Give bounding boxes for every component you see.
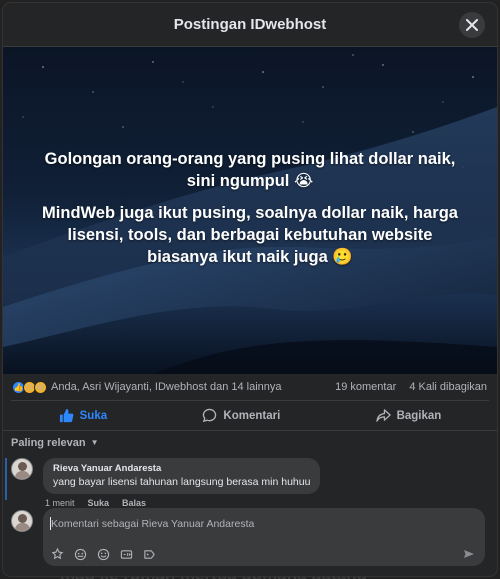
haha-icon: 😆: [34, 380, 47, 394]
avatar[interactable]: [11, 458, 33, 480]
comment-meta: 1 menit Suka Balas: [43, 494, 320, 508]
avatar-icon[interactable]: [74, 548, 87, 561]
share-label: Bagikan: [396, 409, 442, 422]
label-icon[interactable]: [143, 548, 156, 561]
reactors-text: Anda, Asri Wijayanti, IDwebhost dan 14 l…: [51, 381, 282, 393]
composer-tools: [51, 548, 156, 561]
modal-title: Postingan IDwebhost: [173, 16, 327, 33]
like-button[interactable]: Suka: [59, 408, 108, 423]
post-stats: 👍 😢 😆 Anda, Asri Wijayanti, IDwebhost da…: [3, 374, 497, 400]
modal-header: Postingan IDwebhost: [3, 3, 497, 47]
emoji-icon[interactable]: [97, 548, 110, 561]
comment-button[interactable]: Komentari: [202, 408, 280, 423]
comment-count[interactable]: 19 komentar: [335, 381, 396, 393]
comment-time[interactable]: 1 menit: [45, 498, 75, 508]
send-icon[interactable]: [463, 548, 475, 560]
comment-author[interactable]: Rieva Yanuar Andaresta: [53, 463, 310, 474]
comment-reply-link[interactable]: Balas: [122, 498, 146, 508]
share-icon: [375, 409, 391, 422]
reactions-summary[interactable]: 👍 😢 😆 Anda, Asri Wijayanti, IDwebhost da…: [12, 380, 282, 394]
avatar: [11, 510, 33, 532]
sticker-icon[interactable]: [51, 548, 64, 561]
comment-input-box: [43, 508, 485, 566]
thread-line: [5, 458, 7, 500]
like-label: Suka: [79, 409, 108, 422]
chevron-down-icon: ▼: [90, 438, 99, 447]
post-paragraph-2: MindWeb juga ikut pusing, soalnya dollar…: [42, 204, 458, 266]
sort-label: Paling relevan: [11, 436, 86, 449]
comment-bubble: Rieva Yanuar Andaresta yang bayar lisens…: [43, 458, 321, 494]
comment-input[interactable]: [51, 515, 477, 533]
gif-icon[interactable]: [120, 548, 133, 561]
close-icon: [466, 19, 478, 31]
share-count[interactable]: 4 Kali dibagikan: [409, 381, 487, 393]
comment-like-link[interactable]: Suka: [88, 498, 110, 508]
post-modal: Postingan IDwebhost Golongan orang-orang…: [3, 3, 497, 576]
close-button[interactable]: [459, 12, 485, 38]
comment-sort-dropdown[interactable]: Paling relevan ▼: [3, 430, 497, 454]
post-paragraph-1: Golongan orang-orang yang pusing lihat d…: [44, 150, 456, 190]
comment-label: Komentari: [223, 409, 281, 422]
post-image[interactable]: Golongan orang-orang yang pusing lihat d…: [3, 47, 497, 374]
comment-item: Rieva Yanuar Andaresta yang bayar lisens…: [3, 454, 497, 508]
comment-text: yang bayar lisensi tahunan langsung bera…: [53, 476, 311, 488]
thumbs-up-icon: [59, 408, 74, 423]
comment-composer: [11, 508, 485, 566]
share-button[interactable]: Bagikan: [375, 408, 442, 423]
comment-icon: [203, 408, 217, 423]
post-actions: Suka Komentari Bagikan: [11, 400, 489, 430]
